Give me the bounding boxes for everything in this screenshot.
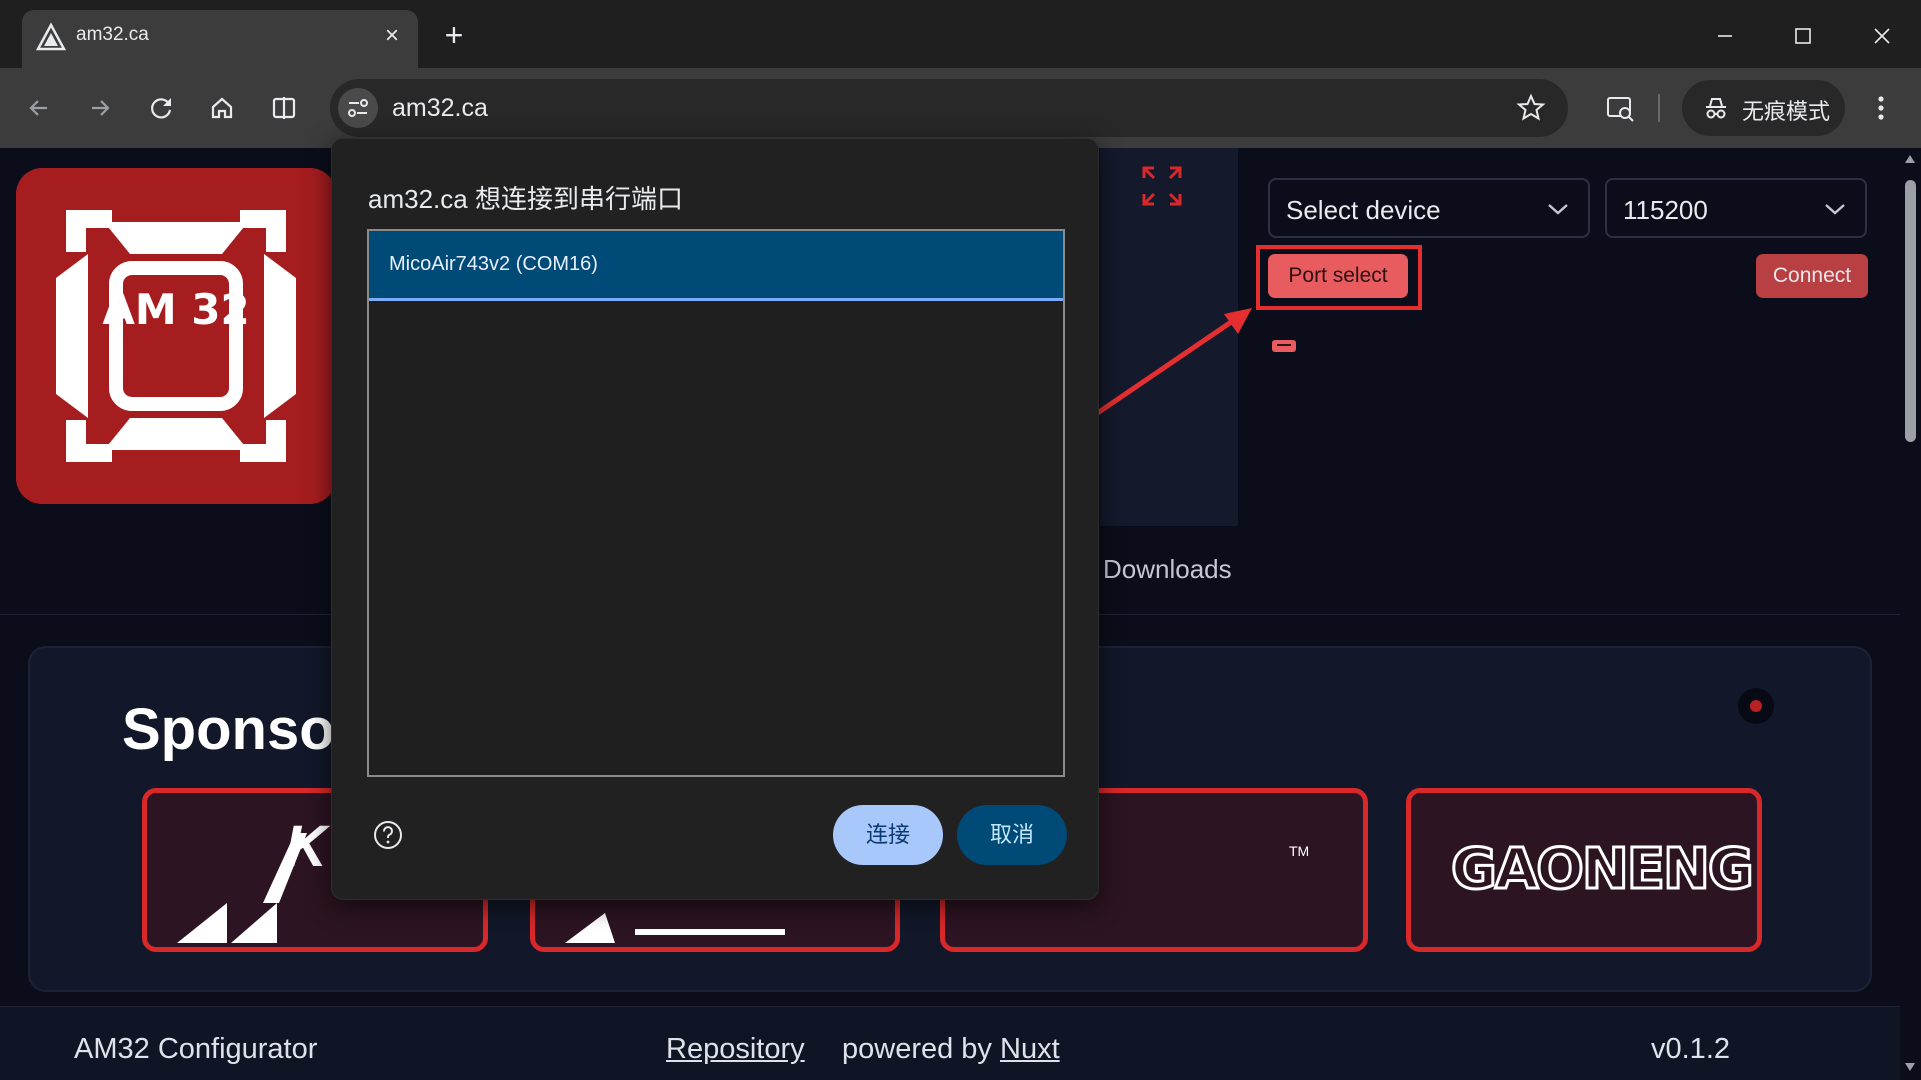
- port-select-button[interactable]: Port select: [1268, 254, 1408, 298]
- incognito-icon: [1706, 98, 1726, 119]
- toolbar-divider: [1658, 94, 1660, 122]
- reload-icon[interactable]: [140, 86, 184, 130]
- tab-title: am32.ca: [76, 24, 149, 45]
- powered-by-label: powered by: [842, 1033, 992, 1065]
- nav-downloads[interactable]: Downloads: [1103, 554, 1232, 585]
- incognito-badge[interactable]: 无痕模式: [1682, 80, 1845, 136]
- carousel-indicator[interactable]: [1738, 688, 1774, 724]
- sponsors-title: Sponsor: [122, 697, 358, 762]
- baud-rate-value: 115200: [1623, 195, 1708, 225]
- device-select-value: Select device: [1286, 195, 1441, 225]
- footer-app-name: AM32 Configurator: [74, 1033, 318, 1065]
- usb-port-icon: [1272, 340, 1296, 352]
- sponsor-name: GAONENG: [1450, 836, 1756, 904]
- minimize-icon[interactable]: [1705, 16, 1745, 56]
- connect-button[interactable]: Connect: [1756, 254, 1868, 298]
- chevron-down-icon: [1548, 204, 1568, 215]
- powered-by-text: powered by Nuxt: [842, 1033, 1060, 1066]
- address-bar[interactable]: am32.ca: [330, 79, 1568, 137]
- dialog-title: am32.ca 想连接到串行端口: [368, 184, 683, 214]
- footer: AM32 Configurator Repository powered by …: [0, 1006, 1900, 1080]
- page-scrollbar[interactable]: [1900, 148, 1921, 1080]
- site-info-icon[interactable]: [338, 88, 378, 128]
- serial-port-label: MicoAir743v2 (COM16): [389, 253, 598, 275]
- logo-text: AM 32: [102, 285, 249, 334]
- device-select[interactable]: Select device: [1268, 178, 1590, 238]
- help-icon[interactable]: [372, 819, 404, 851]
- scroll-up-icon[interactable]: [1904, 154, 1916, 164]
- serial-port-item[interactable]: MicoAir743v2 (COM16): [369, 231, 1063, 301]
- browser-toolbar: am32.ca 无痕模式: [0, 68, 1921, 148]
- am32-logo: AM 32: [16, 168, 336, 504]
- scrollbar-thumb[interactable]: [1905, 180, 1916, 442]
- google-lens-icon[interactable]: [1598, 86, 1642, 130]
- serial-port-list[interactable]: MicoAir743v2 (COM16): [367, 229, 1065, 777]
- expand-icon[interactable]: [1140, 164, 1184, 208]
- new-tab-icon[interactable]: +: [436, 18, 472, 54]
- dialog-cancel-button[interactable]: 取消: [957, 805, 1067, 865]
- browser-tab-bar: am32.ca × +: [0, 0, 1921, 68]
- repository-link[interactable]: Repository: [666, 1033, 805, 1066]
- incognito-label: 无痕模式: [1742, 99, 1831, 124]
- baud-rate-select[interactable]: 115200: [1605, 178, 1867, 238]
- close-tab-icon[interactable]: ×: [376, 20, 408, 52]
- more-menu-icon[interactable]: [1866, 86, 1896, 130]
- back-arrow-icon[interactable]: [17, 86, 61, 130]
- chevron-down-icon: [1825, 204, 1845, 215]
- dialog-connect-button[interactable]: 连接: [833, 805, 943, 865]
- bookmark-star-icon[interactable]: [1514, 91, 1548, 125]
- home-icon[interactable]: [200, 86, 244, 130]
- forward-arrow-icon[interactable]: [78, 86, 122, 130]
- sponsor-card-4[interactable]: GAONENG: [1406, 788, 1762, 952]
- close-window-icon[interactable]: [1862, 16, 1902, 56]
- serial-port-dialog: am32.ca 想连接到串行端口 MicoAir743v2 (COM16) 连接…: [331, 138, 1099, 900]
- trademark-mark: TM: [1289, 843, 1310, 859]
- maximize-icon[interactable]: [1783, 16, 1823, 56]
- version-label: v0.1.2: [1651, 1033, 1730, 1065]
- nuxt-link[interactable]: Nuxt: [1000, 1033, 1060, 1065]
- browser-tab[interactable]: am32.ca ×: [22, 10, 418, 68]
- am32-triangle-icon: [36, 22, 66, 51]
- split-view-icon[interactable]: [262, 86, 306, 130]
- scroll-down-icon[interactable]: [1904, 1062, 1916, 1072]
- url-text: am32.ca: [392, 94, 488, 122]
